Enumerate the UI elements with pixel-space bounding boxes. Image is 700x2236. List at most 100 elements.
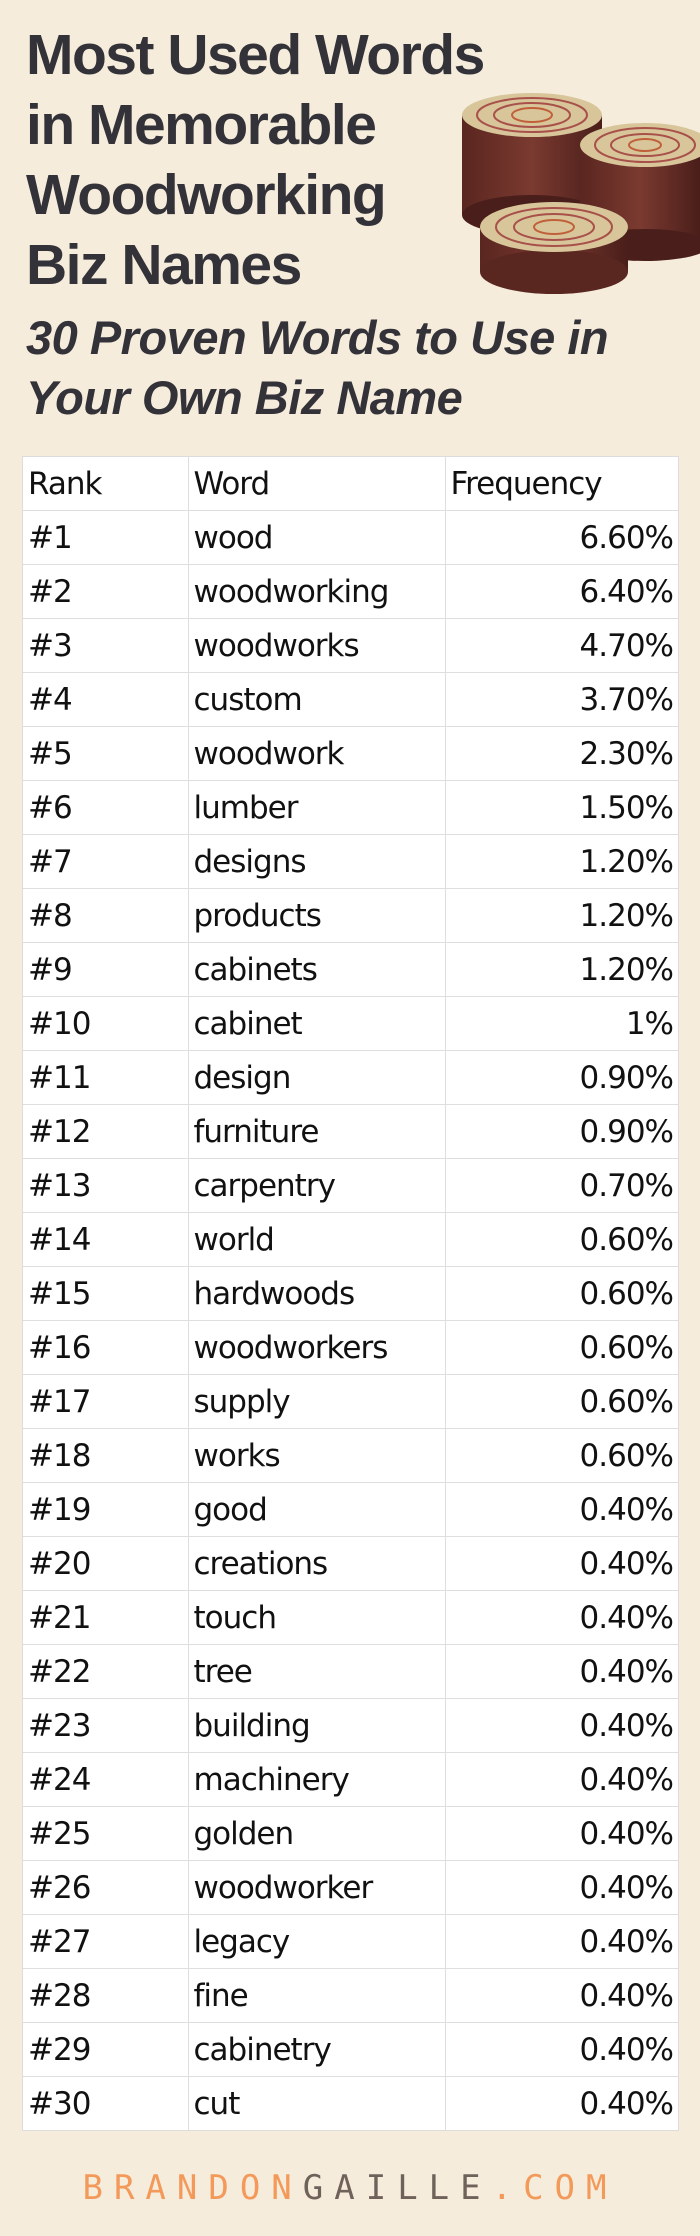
rank-cell: #14 [23, 1212, 189, 1267]
frequency-cell: 0.40% [444, 1644, 678, 1699]
word-cell: woodwork [187, 726, 446, 781]
table-row: #5 woodwork 2.30% [23, 726, 678, 781]
table-row: #3 woodworks 4.70% [23, 618, 678, 673]
rank-cell: #15 [23, 1266, 189, 1321]
table-row: #26 woodworker 0.40% [23, 1860, 678, 1915]
frequency-cell: 1.20% [444, 942, 678, 997]
title-line: Biz Names [26, 233, 302, 297]
frequency-cell: 4.70% [444, 618, 678, 673]
word-cell: fine [187, 1968, 446, 2023]
frequency-cell: 0.40% [444, 1536, 678, 1591]
word-cell: works [187, 1428, 446, 1483]
title-line: in Memorable [26, 93, 377, 157]
rank-cell: #22 [23, 1644, 189, 1699]
frequency-cell: 1.20% [444, 834, 678, 889]
rank-cell: #26 [23, 1860, 189, 1915]
table-row: #16 woodworkers 0.60% [23, 1320, 678, 1375]
frequency-cell: 1.20% [444, 888, 678, 943]
word-cell: design [187, 1050, 446, 1105]
frequency-cell: 0.40% [444, 2076, 678, 2130]
table-row: #23 building 0.40% [23, 1698, 678, 1753]
frequency-cell: 0.60% [444, 1266, 678, 1321]
rank-cell: #16 [23, 1320, 189, 1375]
word-cell: furniture [187, 1104, 446, 1159]
word-cell: woodworker [187, 1860, 446, 1915]
rank-cell: #6 [23, 780, 189, 835]
rank-cell: #24 [23, 1752, 189, 1807]
page-subtitle: 30 Proven Words to Use in Your Own Biz N… [26, 308, 686, 428]
rank-cell: #25 [23, 1806, 189, 1861]
rank-cell: #12 [23, 1104, 189, 1159]
table-row: #2 woodworking 6.40% [23, 564, 678, 619]
rank-cell: #7 [23, 834, 189, 889]
word-cell: wood [187, 510, 446, 565]
rank-cell: #28 [23, 1968, 189, 2023]
rank-cell: #11 [23, 1050, 189, 1105]
word-cell: cabinetry [187, 2022, 446, 2077]
frequency-cell: 0.70% [444, 1158, 678, 1213]
rank-cell: #1 [23, 510, 189, 565]
frequency-cell: 0.90% [444, 1050, 678, 1105]
word-cell: world [187, 1212, 446, 1267]
table-row: #9 cabinets 1.20% [23, 942, 678, 997]
table-header-row: Rank Word Frequency [23, 457, 678, 511]
brand-name-part1: BRANDON [82, 2168, 303, 2208]
frequency-cell: 0.40% [444, 2022, 678, 2077]
frequency-cell: 1% [444, 996, 678, 1051]
word-cell: woodworks [187, 618, 446, 673]
word-cell: supply [187, 1374, 446, 1429]
table-row: #25 golden 0.40% [23, 1806, 678, 1861]
rank-cell: #18 [23, 1428, 189, 1483]
frequency-cell: 0.60% [444, 1212, 678, 1267]
frequency-cell: 6.40% [444, 564, 678, 619]
table-row: #30 cut 0.40% [23, 2076, 678, 2130]
frequency-cell: 6.60% [444, 510, 678, 565]
word-cell: carpentry [187, 1158, 446, 1213]
rank-cell: #9 [23, 942, 189, 997]
word-cell: cabinets [187, 942, 446, 997]
brand-footer: BRANDONGAILLE.COM [0, 2168, 700, 2208]
page-title: Most Used Words in Memorable Woodworking… [26, 20, 486, 300]
table-row: #24 machinery 0.40% [23, 1752, 678, 1807]
frequency-cell: 0.40% [444, 1482, 678, 1537]
frequency-cell: 0.40% [444, 1590, 678, 1645]
log-front [480, 202, 628, 294]
table-row: #27 legacy 0.40% [23, 1914, 678, 1969]
table-row: #7 designs 1.20% [23, 834, 678, 889]
frequency-cell: 0.60% [444, 1320, 678, 1375]
table-row: #14 world 0.60% [23, 1212, 678, 1267]
table-row: #17 supply 0.60% [23, 1374, 678, 1429]
table-row: #11 design 0.90% [23, 1050, 678, 1105]
table-row: #4 custom 3.70% [23, 672, 678, 727]
rank-cell: #13 [23, 1158, 189, 1213]
table-row: #22 tree 0.40% [23, 1644, 678, 1699]
rank-cell: #23 [23, 1698, 189, 1753]
rank-cell: #20 [23, 1536, 189, 1591]
word-cell: touch [187, 1590, 446, 1645]
wood-logs-icon [462, 93, 700, 294]
word-cell: designs [187, 834, 446, 889]
frequency-cell: 0.60% [444, 1428, 678, 1483]
word-cell: lumber [187, 780, 446, 835]
table-row: #19 good 0.40% [23, 1482, 678, 1537]
frequency-cell: 0.40% [444, 1752, 678, 1807]
rank-cell: #30 [23, 2076, 189, 2130]
column-header-frequency: Frequency [444, 457, 678, 511]
rank-cell: #5 [23, 726, 189, 781]
rank-cell: #2 [23, 564, 189, 619]
column-header-word: Word [187, 457, 446, 511]
table-row: #10 cabinet 1% [23, 996, 678, 1051]
word-cell: building [187, 1698, 446, 1753]
rank-cell: #19 [23, 1482, 189, 1537]
subtitle-line: 30 Proven Words to Use in [26, 311, 609, 364]
frequency-cell: 0.40% [444, 1806, 678, 1861]
word-cell: woodworkers [187, 1320, 446, 1375]
frequency-cell: 0.60% [444, 1374, 678, 1429]
table-row: #29 cabinetry 0.40% [23, 2022, 678, 2077]
table-row: #20 creations 0.40% [23, 1536, 678, 1591]
rank-cell: #17 [23, 1374, 189, 1429]
frequency-cell: 0.90% [444, 1104, 678, 1159]
frequency-cell: 0.40% [444, 1968, 678, 2023]
word-cell: tree [187, 1644, 446, 1699]
table-row: #12 furniture 0.90% [23, 1104, 678, 1159]
